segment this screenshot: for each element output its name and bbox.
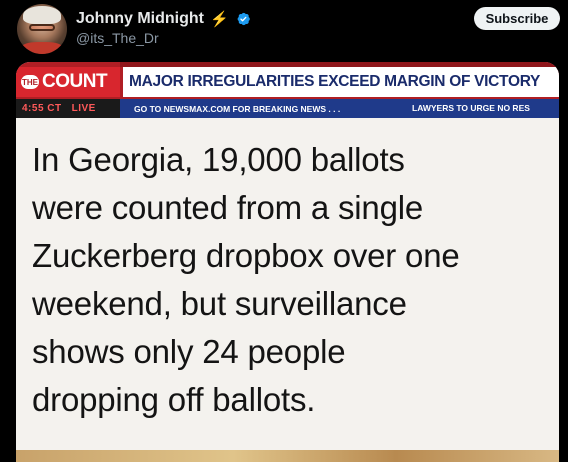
sub-ticker-left-text: GO TO NEWSMAX.COM FOR BREAKING NEWS . . … [134,103,341,114]
time-box: 4:55 CT LIVE [16,99,120,118]
image-bottom-strip [16,450,559,462]
author-handle[interactable]: @its_The_Dr [76,30,159,46]
headline-box: MAJOR IRREGULARITIES EXCEED MARGIN OF VI… [120,67,559,97]
sub-ticker-right-text: LAWYERS TO URGE NO RES [412,103,530,113]
image-body-text: In Georgia, 19,000 ballots were counted … [32,136,552,424]
avatar-shirt [21,42,63,54]
logo-count: COUNT [42,71,108,92]
body-line: In Georgia, 19,000 ballots [32,141,405,178]
author-display-name[interactable]: Johnny Midnight [76,10,204,28]
lightning-bolt-icon: ⚡ [209,10,229,28]
body-line: shows only 24 people [32,333,346,370]
post-image[interactable]: THE COUNT MAJOR IRREGULARITIES EXCEED MA… [16,62,559,462]
news-ticker-banner: THE COUNT MAJOR IRREGULARITIES EXCEED MA… [16,62,559,118]
avatar-glasses [29,24,55,31]
verified-badge-icon[interactable] [235,11,251,27]
subscribe-button[interactable]: Subscribe [474,7,560,30]
live-label: LIVE [71,103,96,114]
avatar-hair [23,6,61,24]
sub-ticker: GO TO NEWSMAX.COM FOR BREAKING NEWS . . … [120,99,559,118]
body-line: were counted from a single [32,189,424,226]
body-line: weekend, but surveillance [32,285,407,322]
logo-the: THE [21,75,39,89]
post-header: Johnny Midnight ⚡ @its_The_Dr Subscribe [0,0,568,60]
body-line: Zuckerberg dropbox over one [32,237,460,274]
headline-text: MAJOR IRREGULARITIES EXCEED MARGIN OF VI… [129,73,541,90]
body-line: dropping off ballots. [32,381,316,418]
author-name-row: Johnny Midnight ⚡ [76,8,251,30]
the-count-logo: THE COUNT [16,67,120,97]
time-text: 4:55 CT [22,103,62,114]
avatar[interactable] [17,4,67,54]
